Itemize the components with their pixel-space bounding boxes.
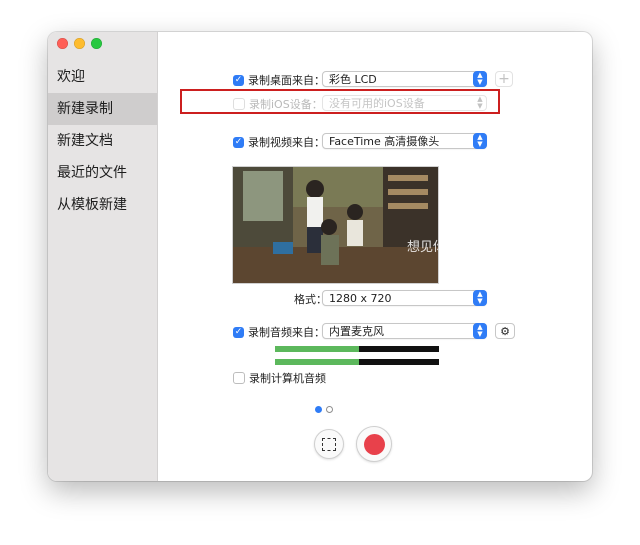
gear-icon: ⚙: [500, 325, 510, 338]
camera-preview-image: 想见你: [233, 167, 438, 283]
select-stepper-icon: ▲ ▼: [473, 323, 487, 339]
sidebar-list: 欢迎 新建录制 新建文档 最近的文件 从模板新建: [48, 61, 157, 221]
dashed-selection-icon: [322, 437, 336, 451]
audio-source-select[interactable]: 内置麦克风 ▲ ▼: [322, 323, 487, 339]
video-source-select[interactable]: FaceTime 高清摄像头 ▲ ▼: [322, 133, 487, 149]
audio-level-meter-1: [275, 346, 439, 352]
sidebar-item-welcome[interactable]: 欢迎: [48, 61, 157, 93]
audio-row: ✓ 录制音频来自：: [233, 324, 325, 340]
sidebar-item-new-from-template[interactable]: 从模板新建: [48, 189, 157, 221]
add-screen-button[interactable]: +: [495, 71, 513, 87]
video-source-value: FaceTime 高清摄像头: [329, 135, 440, 148]
screen-source-select[interactable]: 彩色 LCD ▲ ▼: [322, 71, 487, 87]
preview-watermark: 想见你: [407, 239, 438, 255]
minimize-button[interactable]: [74, 38, 85, 49]
page-indicator: [315, 406, 333, 413]
video-label: 录制视频来自：: [248, 136, 325, 149]
audio-level-fill-1: [275, 346, 359, 352]
record-button[interactable]: [356, 426, 392, 462]
computer-audio-checkbox[interactable]: [233, 372, 245, 384]
sidebar-item-new-recording[interactable]: 新建录制: [48, 93, 157, 125]
select-stepper-icon: ▲ ▼: [473, 133, 487, 149]
highlight-box: [180, 89, 500, 114]
audio-settings-button[interactable]: ⚙: [495, 323, 515, 339]
page-dot-2[interactable]: [326, 406, 333, 413]
audio-source-value: 内置麦克风: [329, 325, 384, 338]
select-stepper-icon: ▲ ▼: [473, 290, 487, 306]
audio-level-fill-2: [275, 359, 359, 365]
computer-audio-row: 录制计算机音频: [233, 370, 326, 386]
window-controls: [57, 38, 102, 49]
video-checkbox[interactable]: ✓: [233, 136, 244, 148]
computer-audio-label: 录制计算机音频: [249, 372, 326, 385]
select-stepper-icon: ▲ ▼: [473, 71, 487, 87]
sidebar-item-recent-files[interactable]: 最近的文件: [48, 157, 157, 189]
audio-label: 录制音频来自：: [248, 326, 325, 339]
audio-checkbox[interactable]: ✓: [233, 326, 244, 338]
selection-mode-button[interactable]: [314, 429, 344, 459]
close-button[interactable]: [57, 38, 68, 49]
record-icon: [363, 433, 385, 455]
screen-checkbox[interactable]: ✓: [233, 74, 244, 86]
video-row: ✓ 录制视频来自：: [233, 134, 325, 150]
screen-source-value: 彩色 LCD: [329, 73, 377, 86]
zoom-button[interactable]: [91, 38, 102, 49]
camera-preview: 想见你: [232, 166, 439, 284]
screen-label: 录制桌面来自：: [248, 74, 325, 87]
screen-row: ✓ 录制桌面来自：: [233, 72, 325, 88]
sidebar: 欢迎 新建录制 新建文档 最近的文件 从模板新建: [48, 32, 158, 481]
format-select[interactable]: 1280 x 720 ▲ ▼: [322, 290, 487, 306]
sidebar-item-new-document[interactable]: 新建文档: [48, 125, 157, 157]
format-value: 1280 x 720: [329, 292, 392, 305]
audio-level-meter-2: [275, 359, 439, 365]
page-dot-1[interactable]: [315, 406, 322, 413]
